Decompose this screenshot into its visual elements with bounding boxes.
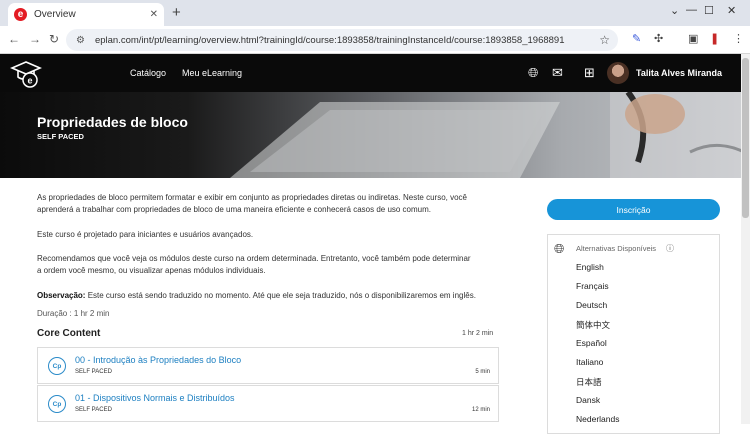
course-type: SELF PACED [37, 132, 84, 141]
apps-grid-icon[interactable]: ⊞ [584, 65, 595, 81]
tab-title: Overview [34, 9, 76, 20]
language-option[interactable]: 日本語 [576, 376, 602, 388]
browser-tab[interactable]: e Overview ✕ [8, 3, 164, 26]
available-alternatives-panel: 🌐︎ Alternativas Disponíveis ⓘ English Fr… [547, 234, 720, 434]
extension-red-icon[interactable]: ❚ [710, 32, 719, 45]
hero-laptop-hand-image [230, 92, 750, 178]
course-duration: Duração : 1 hr 2 min [37, 309, 110, 318]
site-header: e Catálogo Meu eLearning 🌐︎ ✉ ⊞ Talita A… [0, 54, 750, 92]
logo-letter: e [27, 76, 32, 86]
language-option[interactable]: Español [576, 338, 607, 348]
alternatives-title: Alternativas Disponíveis [576, 244, 657, 253]
enroll-button[interactable]: Inscrição [547, 199, 720, 220]
back-icon[interactable]: ← [8, 32, 20, 46]
tab-search-icon[interactable]: ⌄ [670, 4, 679, 17]
browser-address-bar: ← → ↻ ⚙ eplan.com/int/pt/learning/overvi… [0, 26, 750, 54]
module-duration: 12 min [471, 407, 490, 413]
course-hero-banner: Propriedades de bloco SELF PACED [0, 92, 750, 178]
window-close-icon[interactable]: ✕ [727, 4, 736, 17]
bookmark-star-icon[interactable]: ☆ [599, 33, 610, 47]
nav-link-my-elearning[interactable]: Meu eLearning [182, 68, 242, 78]
eplan-learning-logo-icon[interactable]: e [10, 58, 42, 88]
language-option[interactable]: Dansk [576, 395, 600, 405]
module-type: SELF PACED [75, 369, 112, 375]
tab-close-icon[interactable]: ✕ [150, 9, 158, 20]
language-option[interactable]: Nederlands [576, 414, 619, 424]
description-paragraph-3: Recomendamos que você veja os módulos de… [37, 254, 471, 275]
maximize-icon[interactable]: ☐ [704, 4, 714, 17]
eplan-favicon-icon: e [14, 8, 27, 21]
module-card[interactable]: Cp 01 - Dispositivos Normais e Distribuí… [37, 385, 499, 422]
course-title: Propriedades de bloco [37, 114, 188, 130]
note-label: Observação: [37, 291, 86, 300]
language-option[interactable]: 簡体中文 [576, 319, 610, 331]
captivate-module-icon: Cp [48, 357, 66, 375]
language-globe-icon[interactable]: 🌐︎ [528, 65, 538, 81]
user-name[interactable]: Talita Alves Miranda [636, 68, 722, 78]
note-text: Este curso está sendo traduzido no momen… [85, 291, 476, 300]
side-panel-icon[interactable]: ▣ [688, 32, 698, 45]
module-duration: 5 min [475, 369, 490, 375]
browser-tab-bar: e Overview ✕ + ⌄ — ☐ ✕ [0, 0, 750, 26]
extension-pen-icon[interactable]: ✎ [632, 32, 641, 45]
browser-menu-icon[interactable]: ⋮ [733, 32, 744, 45]
nav-link-catalog[interactable]: Catálogo [130, 68, 166, 78]
site-info-icon[interactable]: ⚙ [76, 35, 85, 46]
module-title-link[interactable]: 01 - Dispositivos Normais e Distribuídos [75, 393, 235, 403]
core-content-total-time: 1 hr 2 min [462, 330, 494, 337]
module-type: SELF PACED [75, 407, 112, 413]
url-text[interactable]: eplan.com/int/pt/learning/overview.html?… [95, 35, 599, 46]
minimize-icon[interactable]: — [686, 4, 697, 16]
captivate-module-icon: Cp [48, 395, 66, 413]
new-tab-icon[interactable]: + [172, 4, 181, 21]
language-option[interactable]: Italiano [576, 357, 603, 367]
globe-icon: 🌐︎ [554, 241, 565, 256]
info-icon[interactable]: ⓘ [666, 243, 674, 254]
module-card[interactable]: Cp 00 - Introdução às Propriedades do Bl… [37, 347, 499, 384]
description-paragraph-2: Este curso é projetado para iniciantes e… [37, 230, 254, 239]
course-overview-content: As propriedades de bloco permitem format… [0, 178, 750, 434]
language-option[interactable]: English [576, 262, 604, 272]
extensions-puzzle-icon[interactable]: ✣ [654, 32, 663, 45]
forward-icon[interactable]: → [29, 32, 41, 46]
language-option[interactable]: Deutsch [576, 300, 607, 310]
mail-icon[interactable]: ✉ [552, 65, 563, 81]
translation-note: Observação: Este curso está sendo traduz… [37, 290, 477, 302]
core-content-heading: Core Content [37, 328, 101, 339]
language-option[interactable]: Français [576, 281, 609, 291]
module-title-link[interactable]: 00 - Introdução às Propriedades do Bloco [75, 355, 241, 365]
scrollbar-thumb[interactable] [742, 58, 749, 218]
url-bar[interactable]: ⚙ eplan.com/int/pt/learning/overview.htm… [66, 29, 618, 51]
user-avatar[interactable] [607, 62, 629, 84]
reload-icon[interactable]: ↻ [49, 32, 59, 46]
description-paragraph-1: As propriedades de bloco permitem format… [37, 193, 467, 214]
